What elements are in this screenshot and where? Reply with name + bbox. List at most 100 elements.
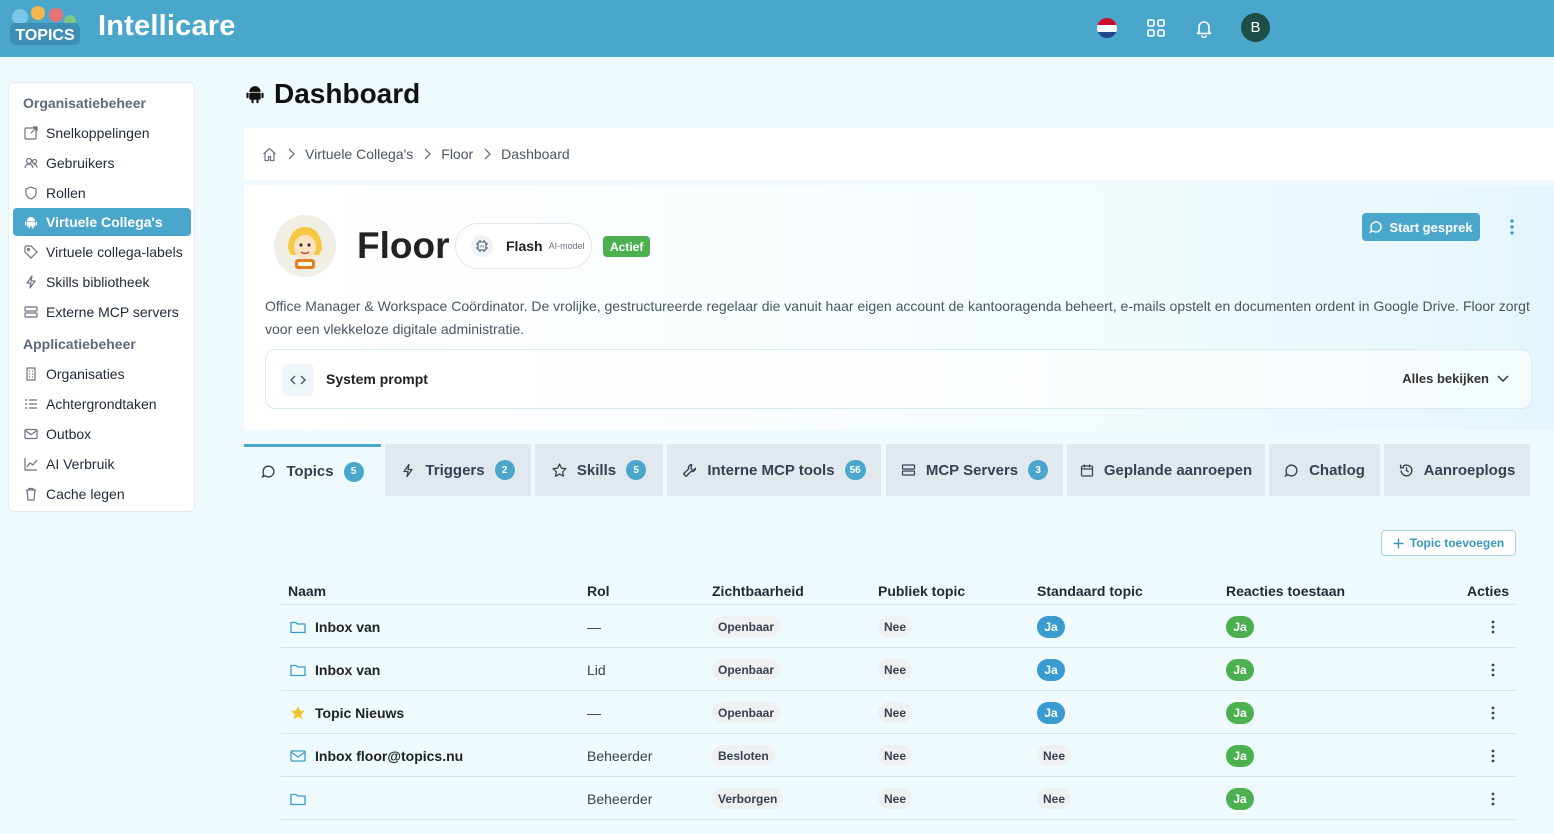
wrench-icon [682,463,697,478]
visibility-badge: Openbaar [712,702,781,723]
tab-label: Interne MCP tools [707,461,835,479]
more-options-icon[interactable] [1506,217,1518,237]
tab-count-badge: 5 [343,461,364,482]
topic-name-cell [289,777,315,820]
sidebar-item-cache-legen[interactable]: Cache legen [13,480,191,508]
top-header: TOPICS Intellicare B [0,0,1554,57]
column-header-naam[interactable]: Naam [288,583,326,599]
sidebar-item-gebruikers[interactable]: Gebruikers [13,149,191,177]
topic-name[interactable]: Topic Nieuws [315,705,404,721]
tab-geplande-aanroepen[interactable]: Geplande aanroepen [1067,444,1265,496]
reactions-badge: Ja [1226,701,1254,724]
tab-skills[interactable]: Skills 5 [535,444,663,496]
topic-role: — [587,704,601,721]
topic-name[interactable]: Inbox floor@topics.nu [315,748,463,764]
add-topic-label: Topic toevoegen [1409,536,1505,550]
home-icon[interactable] [262,147,277,162]
start-conversation-button[interactable]: Start gesprek [1362,213,1480,241]
public-badge: Nee [878,745,913,766]
chevron-right-icon [423,148,432,160]
bell-icon[interactable] [1191,15,1217,41]
table-row[interactable]: Beheerder Verborgen Nee Nee Ja [281,777,1516,820]
sidebar-item-organisaties[interactable]: Organisaties [13,360,191,388]
mail-icon [24,427,38,441]
sidebar-item-label: Organisaties [46,366,125,382]
row-actions-icon[interactable] [1487,648,1499,691]
column-header-publiek-topic[interactable]: Publiek topic [878,583,965,599]
calendar-icon [1080,463,1094,478]
sidebar-item-ai-verbruik[interactable]: AI Verbruik [13,450,191,478]
visibility-cell: Verborgen [712,777,784,820]
topic-name-cell: Inbox van [289,648,380,691]
reactions-cell: Ja [1226,777,1254,820]
breadcrumb-item[interactable]: Virtuele Collega's [305,146,413,162]
sidebar-section-applicatiebeheer: Applicatiebeheer [23,336,136,352]
tab-label: Topics [286,463,334,480]
agent-card: Floor AI Flash AI-model Actief Start ges… [244,185,1554,430]
sidebar-item-virtuele-collega-labels[interactable]: Virtuele collega-labels [13,238,191,266]
tab-interne-mcp-tools[interactable]: Interne MCP tools 56 [667,444,881,496]
view-all-label: Alles bekijken [1402,371,1489,386]
tab-mcp-servers[interactable]: MCP Servers 3 [886,444,1063,496]
flag-nl-icon[interactable] [1094,15,1120,41]
column-header-zichtbaarheid[interactable]: Zichtbaarheid [712,583,804,599]
table-row[interactable]: Topic Nieuws — Openbaar Nee Ja Ja [281,691,1516,734]
topic-name[interactable]: Inbox van [315,662,380,678]
row-actions-icon[interactable] [1487,777,1499,820]
sidebar-item-outbox[interactable]: Outbox [13,420,191,448]
topic-role: — [587,618,601,635]
tag-icon [24,245,38,259]
sidebar-item-skills-bibliotheek[interactable]: Skills bibliotheek [13,268,191,296]
sidebar-item-label: AI Verbruik [46,456,115,472]
public-badge: Nee [878,788,913,809]
row-actions-icon[interactable] [1487,605,1499,648]
sidebar-item-externe-mcp-servers[interactable]: Externe MCP servers [13,298,191,326]
history-icon [1399,463,1414,478]
tab-triggers[interactable]: Triggers 2 [385,444,531,496]
topic-role: Beheerder [587,790,653,807]
column-header-rol[interactable]: Rol [587,583,610,599]
tab-count-badge: 5 [626,460,647,480]
default-badge: Ja [1037,701,1065,724]
table-row[interactable]: Inbox van Lid Openbaar Nee Ja Ja [281,648,1516,691]
agent-name: Floor [357,225,450,266]
tab-count-badge: 56 [844,460,866,480]
bolt-icon [401,463,415,478]
tab-count-badge: 3 [1028,460,1049,480]
sidebar-item-achtergrondtaken[interactable]: Achtergrondtaken [13,390,191,418]
tab-aanroeplogs[interactable]: Aanroeplogs [1384,444,1530,496]
view-all-button[interactable]: Alles bekijken [1402,371,1509,386]
topic-name[interactable]: Inbox van [315,619,380,635]
sidebar-item-label: Cache legen [46,486,125,502]
tab-label: Geplande aanroepen [1103,461,1253,479]
model-name: Flash [506,238,543,254]
column-header-reacties-toestaan[interactable]: Reacties toestaan [1226,583,1345,599]
tab-chatlog[interactable]: Chatlog [1269,444,1380,496]
row-actions-icon[interactable] [1487,734,1499,777]
visibility-cell: Openbaar [712,691,781,734]
table-row[interactable]: Inbox van — Openbaar Nee Ja Ja [281,605,1516,648]
sidebar-item-virtuele-collegas[interactable]: Virtuele Collega's [13,208,191,236]
chart-icon [24,457,38,471]
sidebar-item-label: Skills bibliotheek [46,274,150,290]
topics-logo[interactable]: TOPICS [6,3,84,53]
sidebar-item-rollen[interactable]: Rollen [13,179,191,207]
apps-grid-icon[interactable] [1143,15,1169,41]
add-topic-button[interactable]: Topic toevoegen [1381,530,1516,556]
public-cell: Nee [878,691,913,734]
sidebar-item-snelkoppelingen[interactable]: Snelkoppelingen [13,119,191,147]
user-avatar[interactable]: B [1241,13,1270,42]
column-header-standaard-topic[interactable]: Standaard topic [1037,583,1143,599]
sidebar-item-label: Virtuele Collega's [46,214,163,230]
chat-icon [1284,463,1299,478]
row-actions-icon[interactable] [1487,691,1499,734]
sidebar: Organisatiebeheer Snelkoppelingen Gebrui… [8,82,195,512]
tab-topics[interactable]: Topics 5 [244,444,381,496]
plus-icon [1393,538,1404,549]
breadcrumb-item[interactable]: Floor [441,146,473,162]
breadcrumb: Virtuele Collega's Floor Dashboard [244,128,1554,180]
table-row[interactable]: Inbox floor@topics.nu Beheerder Besloten… [281,734,1516,777]
system-prompt-panel[interactable]: System prompt Alles bekijken [265,349,1532,409]
topic-name-cell: Inbox van [289,605,380,648]
folder-icon [289,792,307,806]
